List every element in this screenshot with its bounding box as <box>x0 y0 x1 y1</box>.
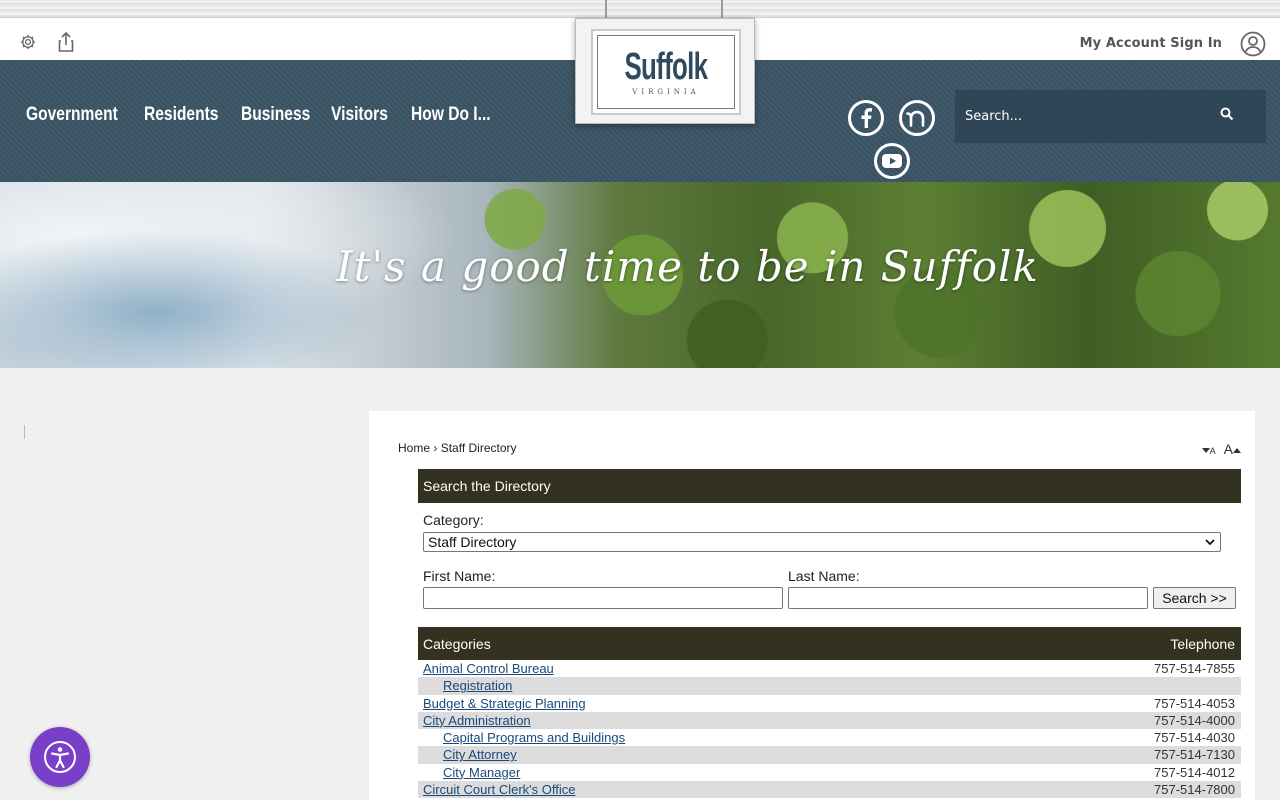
category-link[interactable]: Budget & Strategic Planning <box>423 696 586 711</box>
directory-search-button[interactable]: Search >> <box>1153 587 1236 609</box>
category-link[interactable]: City Attorney <box>443 747 517 762</box>
first-name-input[interactable] <box>423 587 783 609</box>
category-link[interactable]: Registration <box>443 678 512 693</box>
gear-icon[interactable] <box>18 32 38 52</box>
category-link[interactable]: City Manager <box>443 765 520 780</box>
facebook-icon[interactable] <box>848 100 884 136</box>
breadcrumb-separator: › <box>433 441 438 455</box>
last-name-label: Last Name: <box>788 568 860 584</box>
breadcrumb-home[interactable]: Home <box>398 441 430 455</box>
table-row: Budget & Strategic Planning 757-514-4053 <box>418 695 1241 712</box>
category-link[interactable]: Animal Control Bureau <box>423 661 554 676</box>
nav-item-how-do-i[interactable]: How Do I... <box>411 104 491 126</box>
top-stripe <box>0 0 1280 18</box>
category-selected-value: Staff Directory <box>428 534 517 550</box>
site-logo[interactable]: Suffolk VIRGINIA <box>575 18 755 124</box>
breadcrumb-current: Staff Directory <box>440 441 517 455</box>
first-name-label: First Name: <box>423 568 496 584</box>
caret-down-icon <box>1201 448 1210 453</box>
table-row: Capital Programs and Buildings 757-514-4… <box>418 729 1241 746</box>
search-icon[interactable] <box>1220 107 1238 125</box>
nav-item-business[interactable]: Business <box>241 104 310 126</box>
logo-wire-right <box>721 0 723 18</box>
font-decrease-label: A <box>1209 446 1216 456</box>
site-search-input[interactable] <box>955 90 1215 143</box>
category-link[interactable]: Capital Programs and Buildings <box>443 730 625 745</box>
nav-item-residents[interactable]: Residents <box>144 104 218 126</box>
telephone-value: 757-514-7800 <box>1154 782 1235 798</box>
accessibility-button[interactable] <box>30 727 90 787</box>
logo-wire-left <box>605 0 607 18</box>
table-row: City Attorney 757-514-7130 <box>418 746 1241 764</box>
accessibility-icon <box>44 741 76 773</box>
telephone-value: 757-514-4000 <box>1154 712 1235 728</box>
logo-subtitle: VIRGINIA <box>632 88 700 96</box>
logo-frame-inner: Suffolk VIRGINIA <box>597 35 735 109</box>
share-icon[interactable] <box>56 32 76 52</box>
category-link[interactable]: Circuit Court Clerk's Office <box>423 782 576 797</box>
table-row: Circuit Court Clerk's Office 757-514-780… <box>418 781 1241 799</box>
nav-item-government[interactable]: Government <box>26 104 118 126</box>
chevron-down-icon <box>1205 539 1215 546</box>
youtube-icon[interactable] <box>874 143 910 179</box>
category-label: Category: <box>423 512 484 528</box>
category-link[interactable]: City Administration <box>423 713 531 728</box>
telephone-value: 757-514-4012 <box>1154 764 1235 780</box>
breadcrumb: Home › Staff Directory <box>398 441 517 455</box>
column-categories: Categories <box>423 636 491 652</box>
telephone-value: 757-514-4053 <box>1154 695 1235 711</box>
main-nav: Government Residents Business Visitors H… <box>26 104 508 126</box>
column-telephone: Telephone <box>1170 636 1235 652</box>
table-row: Registration <box>418 677 1241 695</box>
caret-up-icon <box>1233 448 1241 453</box>
telephone-value: 757-514-7855 <box>1154 661 1235 676</box>
table-row: City Manager 757-514-4012 <box>418 764 1241 781</box>
hero-tagline: It's a good time to be in Suffolk <box>336 242 1039 291</box>
results-header: Categories Telephone <box>418 627 1241 660</box>
telephone-value: 757-514-7130 <box>1154 747 1235 763</box>
font-increase-label: A <box>1223 441 1233 457</box>
logo-frame: Suffolk VIRGINIA <box>591 29 741 115</box>
logo-title: Suffolk <box>624 46 708 88</box>
results-table: Animal Control Bureau 757-514-7855 Regis… <box>418 660 1241 799</box>
last-name-input[interactable] <box>788 587 1148 609</box>
nav-item-visitors[interactable]: Visitors <box>331 104 388 126</box>
table-row: Animal Control Bureau 757-514-7855 <box>418 660 1241 677</box>
telephone-value: 757-514-4030 <box>1154 730 1235 746</box>
search-directory-title: Search the Directory <box>423 478 551 494</box>
font-increase-button[interactable]: A <box>1224 441 1241 457</box>
font-size-controls: A A <box>1201 441 1241 457</box>
account-sign-in-link[interactable]: My Account Sign In <box>1080 36 1222 51</box>
table-row: City Administration 757-514-4000 <box>418 711 1241 730</box>
main-content: Home › Staff Directory A A Search the Di… <box>369 411 1255 800</box>
side-divider <box>24 425 25 439</box>
search-directory-heading: Search the Directory <box>418 469 1241 503</box>
site-search <box>955 90 1266 143</box>
category-select[interactable]: Staff Directory <box>423 532 1221 552</box>
font-decrease-button[interactable]: A <box>1201 446 1216 456</box>
hero-banner: It's a good time to be in Suffolk <box>0 182 1280 368</box>
nextdoor-icon[interactable] <box>899 100 935 136</box>
user-icon[interactable] <box>1240 31 1266 57</box>
